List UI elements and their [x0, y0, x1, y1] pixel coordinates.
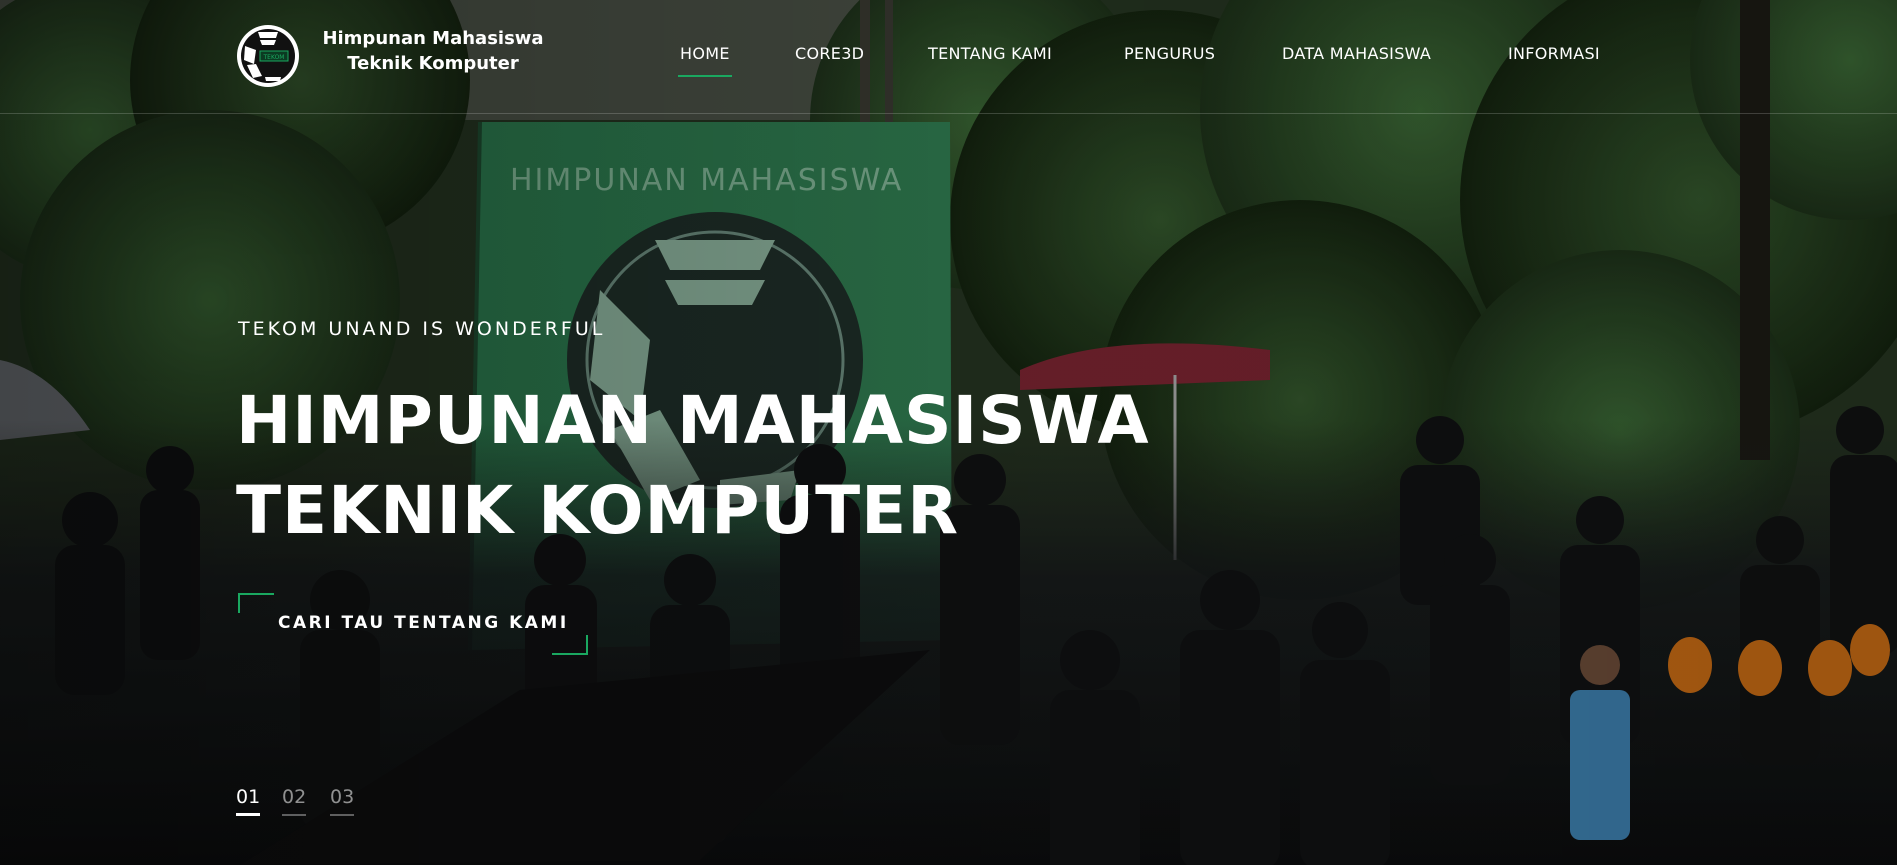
- cta-label: CARI TAU TENTANG KAMI: [278, 613, 569, 633]
- hero-title: HIMPUNAN MAHASISWA TEKNIK KOMPUTER: [236, 376, 1236, 556]
- pager-item-1[interactable]: 01: [236, 786, 261, 816]
- hero-title-line1: HIMPUNAN MAHASISWA: [236, 382, 1150, 459]
- nav-item-core3d[interactable]: CORE3D: [795, 44, 864, 63]
- nav-item-informasi[interactable]: INFORMASI: [1508, 44, 1600, 63]
- pager-item-3[interactable]: 03: [330, 786, 355, 816]
- cta-corner-top-left: [238, 593, 274, 613]
- hero-section: HIMPUNAN MAHASISWA: [0, 0, 1897, 865]
- hero-tagline: TEKOM UNAND IS WONDERFUL: [238, 318, 606, 340]
- svg-text:TEKOM: TEKOM: [263, 54, 285, 61]
- cari-tau-button[interactable]: CARI TAU TENTANG KAMI: [238, 593, 588, 655]
- site-name-line1: Himpunan Mahasiswa: [322, 28, 544, 49]
- nav-item-tentang-kami[interactable]: TENTANG KAMI: [928, 44, 1052, 63]
- hima-tekom-logo-icon: TEKOM: [237, 25, 299, 87]
- site-header: TEKOM Himpunan Mahasiswa Teknik Komputer…: [0, 0, 1897, 114]
- site-name: Himpunan Mahasiswa Teknik Komputer: [318, 26, 548, 76]
- pager-item-2[interactable]: 02: [282, 786, 307, 816]
- cta-corner-bottom-right: [552, 635, 588, 655]
- nav-item-home[interactable]: HOME: [678, 44, 732, 77]
- nav-item-pengurus[interactable]: PENGURUS: [1124, 44, 1215, 63]
- nav-item-data-mahasiswa[interactable]: DATA MAHASISWA: [1282, 44, 1431, 63]
- site-logo-link[interactable]: TEKOM: [236, 24, 300, 88]
- site-name-line2: Teknik Komputer: [347, 53, 519, 74]
- hero-title-line2: TEKNIK KOMPUTER: [236, 472, 960, 549]
